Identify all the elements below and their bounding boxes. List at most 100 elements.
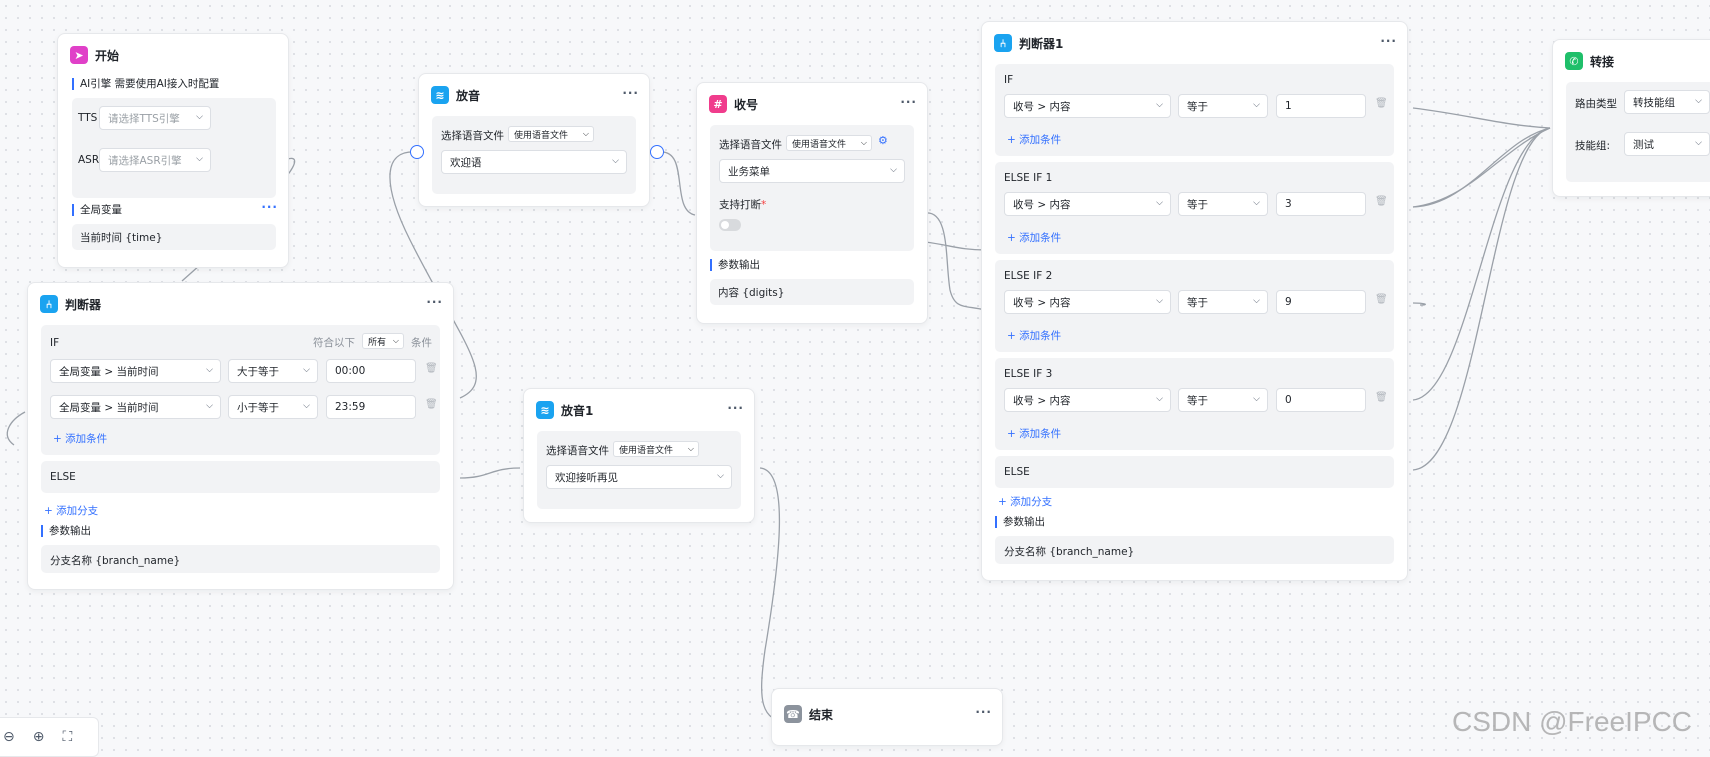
judge1-val-2[interactable]: 3	[1276, 192, 1366, 216]
play1-more-button[interactable]: ···	[727, 401, 744, 415]
judge1-node-title: 判断器1	[1019, 36, 1064, 51]
judge-node[interactable]: ⑃ 判断器 ··· IF 符合以下 所有 ⌵ 条件 全局变量 > 当前时间 ⌵ 大于…	[27, 282, 454, 590]
chevron-down-icon: ⌵	[1695, 96, 1702, 106]
chevron-down-icon: ⌵	[1253, 100, 1260, 110]
collect-menu-select[interactable]: 业务菜单 ⌵	[719, 159, 905, 183]
asr-select[interactable]: 请选择ASR引擎 ⌵	[99, 148, 211, 172]
chevron-down-icon: ⌵	[206, 401, 213, 411]
chevron-down-icon: ⌵	[1695, 138, 1702, 148]
chevron-down-icon: ⌵	[1156, 198, 1163, 208]
judge-node-title: 判断器	[65, 297, 102, 312]
play1-node-title: 放音1	[561, 403, 594, 418]
start-node[interactable]: ➤ 开始 AI引擎 需要使用AI接入时配置 TTS 请选择TTS引擎 ⌵ ASR …	[57, 33, 289, 268]
judge-add-branch[interactable]: + 添加分支	[44, 503, 98, 518]
zoom-out-icon[interactable]: ⊖	[3, 729, 15, 745]
judge-more-button[interactable]: ···	[426, 295, 443, 309]
play-more-button[interactable]: ···	[622, 86, 639, 100]
judge1-add-branch[interactable]: + 添加分支	[998, 494, 1052, 509]
chevron-down-icon: ⌵	[612, 156, 619, 166]
judge1-add-condition-2[interactable]: + 添加条件	[1007, 230, 1061, 245]
trash-icon[interactable]: 🗑	[1375, 392, 1388, 403]
chevron-down-icon: ⌵	[1156, 100, 1163, 110]
play-file-select[interactable]: 欢迎语 ⌵	[441, 150, 627, 174]
play1-file-mode-select[interactable]: 使用语音文件 ⌵	[613, 441, 699, 457]
judge-cond-var-2[interactable]: 全局变量 > 当前时间 ⌵	[50, 395, 221, 419]
judge1-val-1[interactable]: 1	[1276, 94, 1366, 118]
end-node-title: 结束	[809, 707, 834, 722]
transfer-node[interactable]: ✆ 转接 路由类型 转技能组 ⌵ 技能组: 测试 ⌵	[1552, 39, 1710, 197]
cond-prefix: 符合以下	[313, 337, 355, 349]
judge1-output-value: 分支名称 {branch_name}	[995, 536, 1394, 564]
judge-else-box: ELSE	[41, 461, 440, 493]
judge1-var-4[interactable]: 收号 > 内容 ⌵	[1004, 388, 1171, 412]
hang-up-icon: ☎	[784, 705, 802, 723]
judge1-node-header: ⑃ 判断器1	[994, 34, 1063, 52]
play-input-port[interactable]	[410, 145, 424, 159]
judge1-val-3[interactable]: 9	[1276, 290, 1366, 314]
play-node[interactable]: ≋ 放音 ··· 选择语音文件 使用语音文件 ⌵ 欢迎语 ⌵	[418, 73, 650, 207]
play1-config-box: 选择语音文件 使用语音文件 ⌵ 欢迎接听再见 ⌵	[537, 431, 741, 509]
judge1-op-1[interactable]: 等于 ⌵	[1178, 94, 1268, 118]
judge1-more-button[interactable]: ···	[1380, 34, 1397, 48]
trash-icon[interactable]: 🗑	[1375, 294, 1388, 305]
end-node[interactable]: ☎ 结束 ···	[771, 688, 1003, 746]
play1-file-label: 选择语音文件	[546, 445, 609, 457]
skill-group-select[interactable]: 测试 ⌵	[1624, 132, 1710, 156]
play1-node[interactable]: ≋ 放音1 ··· 选择语音文件 使用语音文件 ⌵ 欢迎接听再见 ⌵	[523, 388, 755, 523]
judge-add-condition[interactable]: + 添加条件	[53, 431, 107, 446]
judge-cond-op-2[interactable]: 小于等于 ⌵	[228, 395, 318, 419]
end-node-header: ☎ 结束	[784, 705, 833, 723]
trash-icon[interactable]: 🗑	[1375, 98, 1388, 109]
judge-cond-val-2[interactable]: 23:59	[326, 395, 416, 419]
start-node-header: ➤ 开始	[70, 46, 119, 64]
cond-mode-select[interactable]: 所有 ⌵	[362, 333, 404, 349]
chevron-down-icon: ⌵	[1156, 296, 1163, 306]
judge1-var-2[interactable]: 收号 > 内容 ⌵	[1004, 192, 1171, 216]
collect-node[interactable]: # 收号 ··· 选择语音文件 使用语音文件 ⌵ ⚙ 业务菜单 ⌵ 支持打断* 参数…	[696, 82, 928, 324]
chevron-down-icon: ⌵	[392, 336, 399, 345]
judge1-var-3[interactable]: 收号 > 内容 ⌵	[1004, 290, 1171, 314]
chevron-down-icon: ⌵	[196, 154, 203, 164]
judge-cond-var-1[interactable]: 全局变量 > 当前时间 ⌵	[50, 359, 221, 383]
collect-config-box: 选择语音文件 使用语音文件 ⌵ ⚙ 业务菜单 ⌵ 支持打断*	[710, 125, 914, 251]
start-node-title: 开始	[95, 48, 120, 63]
play-file-mode-select[interactable]: 使用语音文件 ⌵	[508, 126, 594, 142]
judge-cond-op-1[interactable]: 大于等于 ⌵	[228, 359, 318, 383]
end-more-button[interactable]: ···	[975, 705, 992, 719]
play-output-port[interactable]	[650, 145, 664, 159]
global-var-section: 全局变量	[72, 204, 122, 216]
chevron-down-icon: ⌵	[303, 365, 310, 375]
fit-view-icon[interactable]: ⛶	[62, 729, 72, 745]
play1-file-select[interactable]: 欢迎接听再见 ⌵	[546, 465, 732, 489]
hash-icon: #	[709, 95, 727, 113]
judge-cond-val-1[interactable]: 00:00	[326, 359, 416, 383]
judge1-add-condition-3[interactable]: + 添加条件	[1007, 328, 1061, 343]
transfer-node-title: 转接	[1590, 54, 1615, 69]
global-var-value: 当前时间 {time}	[72, 224, 276, 250]
collect-more-button[interactable]: ···	[900, 95, 917, 109]
judge1-op-3[interactable]: 等于 ⌵	[1178, 290, 1268, 314]
branch-icon: ⑃	[40, 295, 58, 313]
collect-file-mode-select[interactable]: 使用语音文件 ⌵	[786, 135, 872, 151]
trash-icon[interactable]: 🗑	[425, 399, 438, 410]
collect-output-section: 参数输出	[710, 259, 760, 271]
settings-icon[interactable]: ⚙	[878, 134, 888, 147]
judge-if-box: IF 符合以下 所有 ⌵ 条件 全局变量 > 当前时间 ⌵ 大于等于 ⌵ 00:00 …	[41, 325, 440, 455]
judge1-val-4[interactable]: 0	[1276, 388, 1366, 412]
trash-icon[interactable]: 🗑	[425, 363, 438, 374]
trash-icon[interactable]: 🗑	[1375, 196, 1388, 207]
route-type-select[interactable]: 转技能组 ⌵	[1624, 90, 1710, 114]
tts-select[interactable]: 请选择TTS引擎 ⌵	[99, 106, 211, 130]
watermark: CSDN @FreeIPCC	[1452, 706, 1693, 737]
judge1-add-condition-1[interactable]: + 添加条件	[1007, 132, 1061, 147]
judge1-op-2[interactable]: 等于 ⌵	[1178, 192, 1268, 216]
judge1-var-1[interactable]: 收号 > 内容 ⌵	[1004, 94, 1171, 118]
judge1-node[interactable]: ⑃ 判断器1 ··· IF 收号 > 内容 ⌵ 等于 ⌵ 1 🗑 + 添加条件 EL…	[981, 21, 1408, 581]
judge-node-header: ⑃ 判断器	[40, 295, 101, 313]
zoom-in-icon[interactable]: ⊕	[33, 729, 45, 745]
interrupt-toggle[interactable]	[719, 219, 741, 231]
tts-label: TTS	[78, 112, 98, 124]
judge1-add-condition-4[interactable]: + 添加条件	[1007, 426, 1061, 441]
global-var-more-button[interactable]: ···	[261, 200, 278, 214]
judge1-op-4[interactable]: 等于 ⌵	[1178, 388, 1268, 412]
